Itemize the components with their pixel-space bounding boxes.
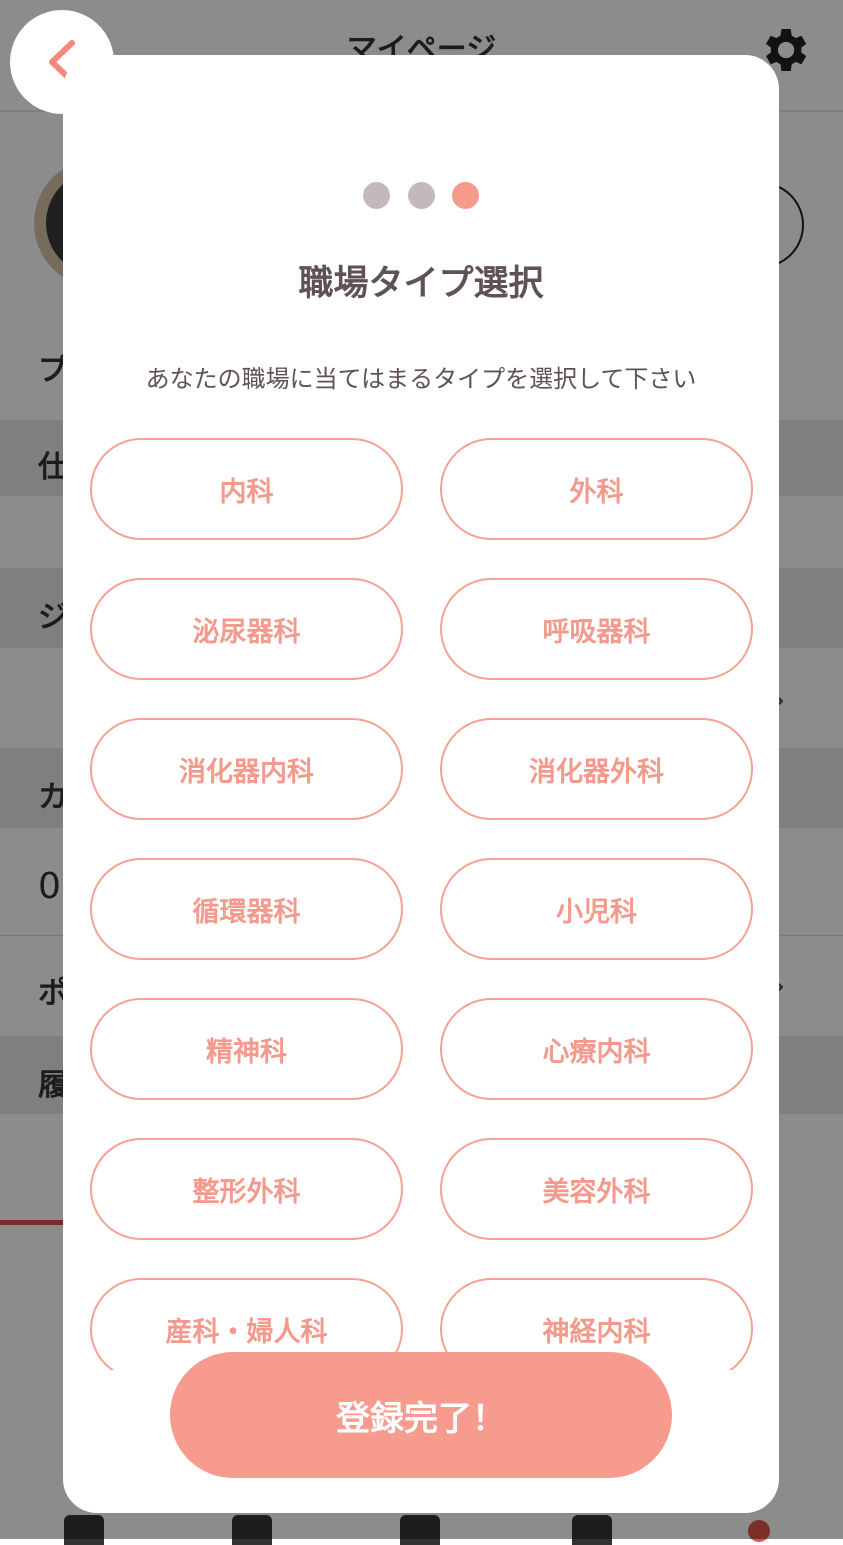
option-gastro-surgery[interactable]: 消化器外科	[440, 718, 753, 820]
option-gastro-internal[interactable]: 消化器内科	[90, 718, 403, 820]
options-grid: 内科 外科 泌尿器科 呼吸器科 消化器内科 消化器外科 循環器科 小児科 精神科…	[90, 438, 754, 1370]
step-dot-2	[408, 182, 435, 209]
step-dot-3-current	[452, 182, 479, 209]
option-surgery[interactable]: 外科	[440, 438, 753, 540]
workplace-type-modal: 職場タイプ選択 あなたの職場に当てはまるタイプを選択して下さい 内科 外科 泌尿…	[63, 55, 779, 1513]
register-complete-button[interactable]: 登録完了！	[170, 1352, 672, 1478]
option-pediatrics[interactable]: 小児科	[440, 858, 753, 960]
options-scroll-area[interactable]: 内科 外科 泌尿器科 呼吸器科 消化器内科 消化器外科 循環器科 小児科 精神科…	[63, 383, 779, 1370]
option-respiratory[interactable]: 呼吸器科	[440, 578, 753, 680]
option-psychosomatic[interactable]: 心療内科	[440, 998, 753, 1100]
option-psychiatry[interactable]: 精神科	[90, 998, 403, 1100]
modal-title: 職場タイプ選択	[298, 264, 544, 304]
option-internal-medicine[interactable]: 内科	[90, 438, 403, 540]
option-orthopedics[interactable]: 整形外科	[90, 1138, 403, 1240]
step-indicator	[63, 182, 779, 210]
option-cardiology[interactable]: 循環器科	[90, 858, 403, 960]
option-urology[interactable]: 泌尿器科	[90, 578, 403, 680]
step-dot-1	[363, 182, 390, 209]
option-cosmetic-surgery[interactable]: 美容外科	[440, 1138, 753, 1240]
